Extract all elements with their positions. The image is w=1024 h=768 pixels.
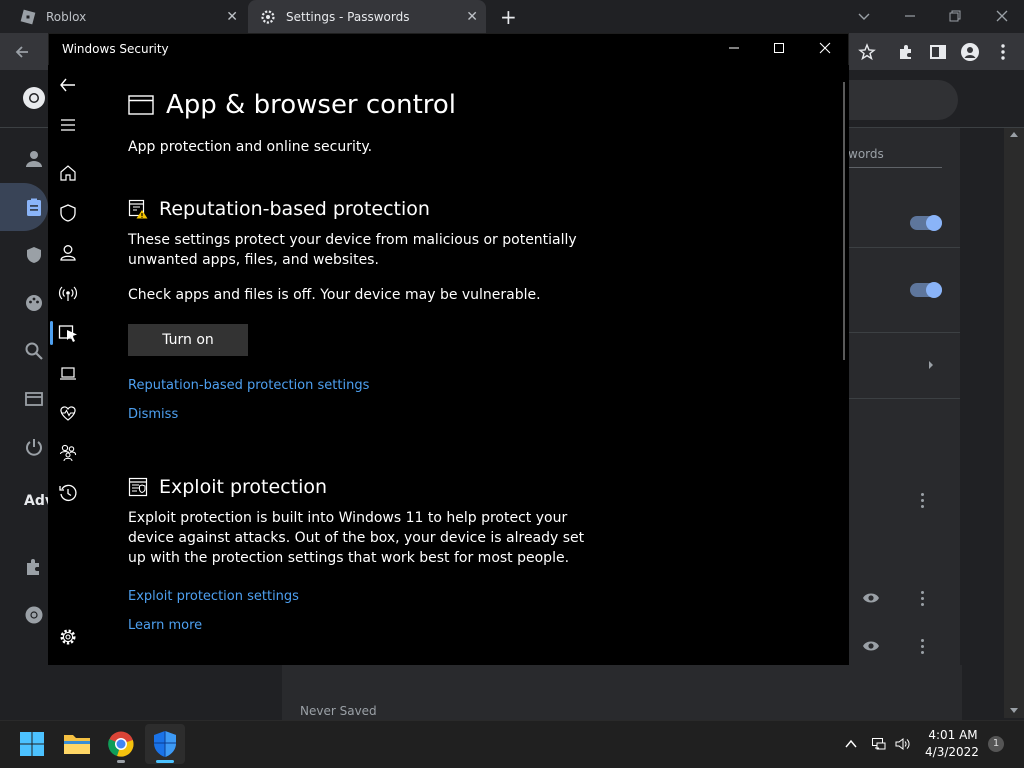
security-shield-icon[interactable] (24, 245, 44, 265)
scroll-up-arrow-icon[interactable] (1010, 131, 1018, 137)
never-saved-heading: Never Saved (300, 704, 377, 718)
page-title: App & browser control (166, 90, 457, 120)
roblox-icon (20, 9, 36, 24)
ws-maximize-icon[interactable] (771, 40, 787, 56)
page-scrollbar[interactable] (1004, 128, 1024, 718)
start-windows-icon[interactable] (18, 730, 46, 758)
offer-to-save-toggle[interactable] (926, 215, 942, 231)
passwords-card (848, 128, 960, 718)
auto-signin-toggle[interactable] (926, 282, 942, 298)
ws-close-icon[interactable] (817, 40, 833, 56)
profile-avatar-icon[interactable] (960, 42, 980, 62)
chrome-taskbar-icon[interactable] (107, 730, 135, 758)
about-chrome-icon[interactable] (24, 605, 44, 625)
reputation-settings-link[interactable]: Reputation-based protection settings (128, 378, 369, 393)
tab-roblox[interactable]: Roblox ✕ (0, 0, 246, 33)
power-icon[interactable] (24, 437, 44, 457)
ws-minimize-icon[interactable] (726, 40, 742, 56)
app-browser-control-icon[interactable] (58, 323, 78, 343)
row-more-actions-icon[interactable] (921, 591, 925, 609)
firewall-network-icon[interactable] (58, 283, 78, 303)
home-icon[interactable] (58, 163, 78, 183)
show-hidden-icons-chevron-icon[interactable] (843, 736, 859, 752)
extensions-puzzle-icon[interactable] (24, 557, 44, 577)
clipboard-icon[interactable] (24, 197, 44, 217)
dismiss-link[interactable]: Dismiss (128, 407, 178, 422)
tab-settings-label: Settings - Passwords (286, 9, 410, 24)
tab-roblox-close-icon[interactable]: ✕ (226, 9, 238, 25)
row-more-actions-icon[interactable] (921, 639, 925, 657)
device-health-heart-icon[interactable] (58, 403, 78, 423)
more-actions-icon[interactable] (921, 493, 925, 511)
tab-settings-close-icon[interactable]: ✕ (466, 9, 478, 25)
exploit-settings-link[interactable]: Exploit protection settings (128, 589, 299, 604)
chrome-running-indicator (117, 760, 125, 763)
back-arrow-icon[interactable] (58, 75, 78, 95)
scroll-down-arrow-icon[interactable] (1010, 708, 1018, 714)
security-active-indicator (156, 760, 174, 763)
reputation-section-title: Reputation-based protection (159, 198, 430, 220)
chrome-menu-icon[interactable] (993, 42, 1013, 62)
account-protection-icon[interactable] (58, 243, 78, 263)
tab-settings-passwords[interactable]: Settings - Passwords ✕ (248, 0, 486, 33)
learn-more-link[interactable]: Learn more (128, 618, 202, 633)
tab-roblox-label: Roblox (46, 9, 87, 24)
browser-back-icon[interactable] (12, 42, 32, 62)
network-icon[interactable] (871, 736, 887, 752)
extensions-icon[interactable] (896, 42, 916, 62)
protection-history-icon[interactable] (58, 483, 78, 503)
divider (848, 398, 960, 399)
reputation-warning-text: Check apps and files is off. Your device… (128, 287, 541, 303)
browser-window-icon (128, 95, 154, 115)
exploit-description: Exploit protection is built into Windows… (128, 510, 585, 566)
close-window-icon[interactable] (992, 6, 1012, 26)
passwords-tab-label[interactable]: words (848, 147, 884, 161)
exploit-protection-icon (128, 477, 148, 497)
family-options-icon[interactable] (58, 443, 78, 463)
divider (848, 332, 960, 333)
divider (848, 247, 960, 248)
settings-search-box[interactable] (848, 80, 958, 120)
chevron-right-icon[interactable] (926, 359, 936, 371)
settings-gear-icon[interactable] (58, 627, 78, 647)
turn-on-button[interactable]: Turn on (128, 324, 248, 356)
volume-icon[interactable] (894, 736, 910, 752)
windows-security-shield-icon[interactable] (151, 729, 179, 759)
hamburger-menu-icon[interactable] (58, 115, 78, 135)
window-title: Windows Security (62, 42, 169, 56)
show-password-eye-icon[interactable] (862, 637, 880, 655)
minimize-icon[interactable] (900, 6, 920, 26)
page-subtitle: App protection and online security. (128, 139, 373, 155)
nav-selection-indicator (50, 321, 53, 345)
passwords-tab-underline (848, 167, 942, 168)
search-icon[interactable] (24, 341, 44, 361)
palette-icon[interactable] (24, 293, 44, 313)
browser-window-icon[interactable] (24, 389, 44, 409)
person-icon[interactable] (24, 149, 44, 169)
show-password-eye-icon[interactable] (862, 589, 880, 607)
restore-icon[interactable] (945, 6, 965, 26)
bookmark-star-icon[interactable] (857, 42, 877, 62)
new-tab-button[interactable]: + (500, 5, 517, 29)
never-saved-section (282, 665, 962, 720)
device-security-laptop-icon[interactable] (58, 363, 78, 383)
virus-protection-shield-icon[interactable] (58, 203, 78, 223)
reputation-description: These settings protect your device from … (128, 232, 577, 268)
taskbar-clock-time[interactable]: 4:01 AM (928, 728, 978, 742)
reputation-warning-icon (128, 199, 148, 219)
taskbar-clock-date[interactable]: 4/3/2022 (924, 745, 980, 759)
gear-icon (261, 9, 275, 24)
file-explorer-icon[interactable] (62, 731, 92, 757)
side-panel-icon[interactable] (928, 42, 948, 62)
content-scrollbar[interactable] (843, 82, 845, 360)
notification-badge[interactable]: 1 (988, 736, 1004, 752)
tab-search-chevron-icon[interactable] (854, 6, 874, 26)
chrome-logo-icon (23, 87, 45, 109)
security-content-pane (88, 65, 849, 665)
exploit-section-title: Exploit protection (159, 476, 328, 498)
